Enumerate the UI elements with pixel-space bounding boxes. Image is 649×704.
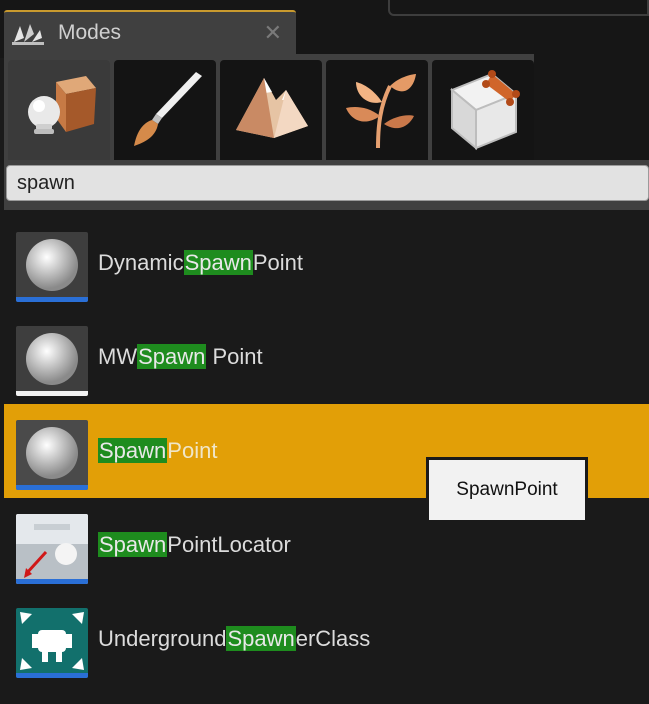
item-label: DynamicSpawnPoint <box>98 250 304 275</box>
modes-tab[interactable]: Modes ✕ <box>4 10 296 54</box>
modes-icon <box>12 24 44 45</box>
tab-title: Modes <box>58 21 122 44</box>
item-label: SpawnPoint <box>98 438 218 463</box>
item-label: UndergroundSpawnerClass <box>98 626 371 651</box>
place-mode-button[interactable] <box>8 60 110 160</box>
search-match: Spawn <box>98 438 168 463</box>
geometry-mode-button[interactable] <box>432 60 534 160</box>
tab-strip: Modes ✕ <box>0 0 649 58</box>
sphere-thumb-icon <box>16 232 88 302</box>
search-match: Spawn <box>137 344 207 369</box>
mountain-icon <box>236 78 308 138</box>
search-match: Spawn <box>226 626 296 651</box>
leaf-icon <box>346 74 416 149</box>
thumb-bar <box>16 391 88 396</box>
toolbar-empty-area <box>534 54 649 160</box>
search-input[interactable] <box>6 165 649 201</box>
thumb-bar <box>16 485 88 490</box>
thumb-bar <box>16 579 88 584</box>
close-icon[interactable]: ✕ <box>264 20 282 46</box>
sphere-thumb-icon <box>16 420 88 490</box>
foliage-mode-button[interactable] <box>326 60 428 160</box>
list-item[interactable]: MWSpawn Point <box>4 310 649 404</box>
paint-mode-button[interactable] <box>114 60 216 160</box>
landscape-mode-button[interactable] <box>220 60 322 160</box>
search-match: Spawn <box>183 250 253 275</box>
list-item[interactable]: DynamicSpawnPoint <box>4 216 649 310</box>
search-bar <box>4 160 649 210</box>
locator-thumb-icon <box>16 514 88 584</box>
mode-toolbar <box>4 54 649 160</box>
thumb-bar <box>16 673 88 678</box>
search-match: Spawn <box>98 532 168 557</box>
tooltip: SpawnPoint <box>426 457 588 523</box>
item-label: MWSpawn Point <box>98 344 263 369</box>
place-icon <box>28 76 96 134</box>
thumb-bar <box>16 297 88 302</box>
cube-icon <box>450 70 520 151</box>
sphere-thumb-icon <box>16 326 88 396</box>
viewport-frame <box>388 0 649 16</box>
spawner-thumb-icon <box>16 608 88 678</box>
paintbrush-icon <box>134 72 202 146</box>
item-label: SpawnPointLocator <box>98 532 291 557</box>
list-item[interactable]: UndergroundSpawnerClass <box>4 592 649 686</box>
